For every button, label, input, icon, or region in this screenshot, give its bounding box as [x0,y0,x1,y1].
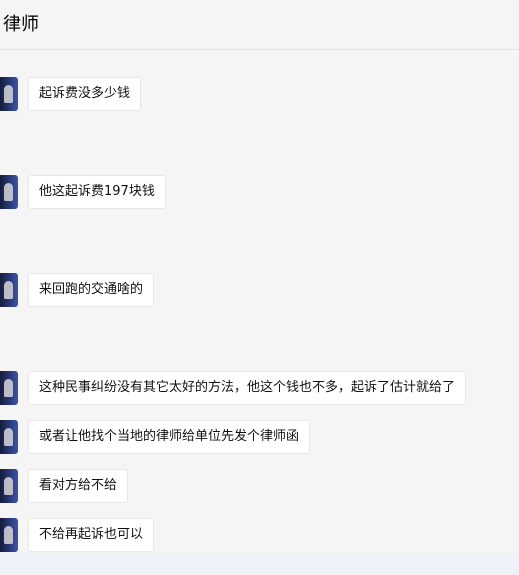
message-bubble[interactable]: 他这起诉费197块钱 [28,175,166,209]
avatar[interactable] [0,469,18,503]
avatar[interactable] [0,175,18,209]
chat-header: 律师 [0,0,519,50]
message-bubble[interactable]: 不给再起诉也可以 [28,518,155,552]
avatar-figure [4,428,13,446]
avatar[interactable] [0,273,18,307]
avatar[interactable] [0,420,18,454]
avatar-figure [4,526,13,544]
message-bubble[interactable]: 这种民事纠纷没有其它太好的方法，他这个钱也不多，起诉了估计就给了 [28,371,467,405]
chat-title: 律师 [3,14,39,35]
chat-window: 律师 起诉费没多少钱 他这起诉费197块钱 来回跑的交通啥的 这种民事纠纷没有其… [0,0,519,553]
avatar-figure [4,281,13,299]
avatar-figure [4,85,13,103]
avatar-figure [4,379,13,397]
message-bubble[interactable]: 看对方给不给 [28,469,129,503]
avatar[interactable] [0,371,18,405]
avatar-figure [4,477,13,495]
avatar[interactable] [0,518,18,552]
message-bubble[interactable]: 来回跑的交通啥的 [28,273,155,307]
message-bubble[interactable]: 或者让他找个当地的律师给单位先发个律师函 [28,420,311,454]
avatar[interactable] [0,77,18,111]
avatar-figure [4,183,13,201]
message-bubble[interactable]: 起诉费没多少钱 [28,77,142,111]
